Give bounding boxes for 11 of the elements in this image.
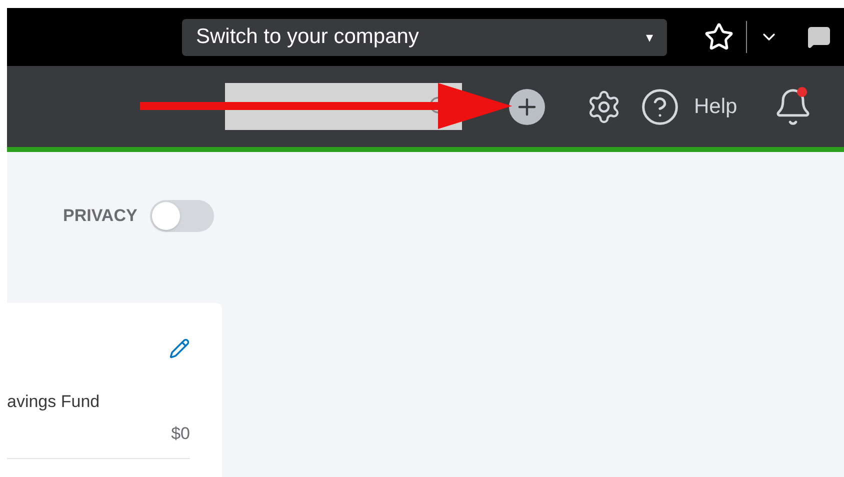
- chat-icon[interactable]: [807, 25, 831, 49]
- add-button[interactable]: [509, 88, 545, 124]
- account-amount: $0: [171, 422, 190, 444]
- privacy-label: PRIVACY: [63, 205, 138, 228]
- edit-icon[interactable]: [169, 338, 190, 359]
- star-icon[interactable]: [704, 22, 734, 52]
- help-icon: [640, 86, 680, 126]
- account-name: avings Fund: [7, 391, 101, 413]
- privacy-toggle[interactable]: [150, 200, 214, 232]
- help-button[interactable]: Help: [640, 86, 738, 126]
- company-switcher[interactable]: Switch to your company ▾: [182, 18, 667, 56]
